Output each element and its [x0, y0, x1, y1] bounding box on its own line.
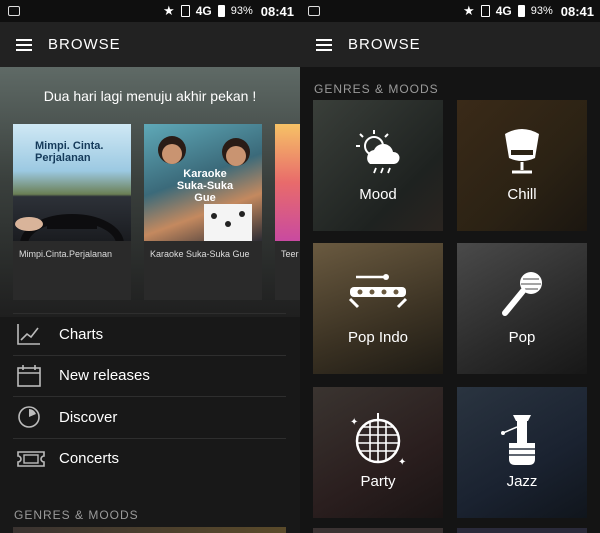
page-title: BROWSE [48, 36, 121, 53]
genre-tile-chill[interactable]: Chill [457, 100, 587, 231]
hamburger-menu-icon[interactable] [16, 38, 32, 51]
app-bar: BROWSE [300, 22, 600, 67]
menu-item-new-releases[interactable]: New releases [13, 354, 286, 397]
menu-item-label: Concerts [59, 450, 120, 468]
ticket-icon [17, 448, 45, 470]
menu-item-label: Charts [59, 325, 104, 343]
menu-item-label: New releases [59, 367, 150, 385]
star-icon: ★ [163, 3, 175, 18]
page-title: BROWSE [348, 36, 421, 53]
kulintang-icon [313, 269, 443, 319]
genre-tile-mood[interactable]: Mood [313, 100, 443, 231]
battery-icon [517, 5, 525, 17]
chart-line-icon [17, 323, 41, 346]
playlist-label: Karaoke Suka-Suka Gue [150, 249, 250, 259]
genre-tile-jazz[interactable]: Jazz [457, 387, 587, 518]
genre-tile-peek[interactable] [13, 527, 286, 533]
vibrate-icon [180, 5, 190, 17]
notification-icon [308, 6, 320, 16]
menu-item-label: Discover [59, 408, 118, 426]
section-title: GENRES & MOODS [314, 82, 439, 96]
svg-text:✦: ✦ [350, 417, 358, 428]
playlist-cover: Mimpi. Cinta. Perjalanan [13, 124, 131, 241]
app-bar: BROWSE [0, 22, 300, 67]
battery-percent: 93% [230, 5, 253, 17]
discover-icon [17, 406, 41, 429]
vibrate-icon [480, 5, 490, 17]
status-bar: ★ 4G 93% 08:41 [0, 0, 300, 22]
clock: 08:41 [260, 3, 294, 19]
battery-icon [217, 5, 225, 17]
steering-wheel-icon [15, 214, 124, 241]
genre-label: Mood [359, 186, 397, 203]
notification-icon [8, 6, 20, 16]
svg-text:✦: ✦ [398, 457, 406, 467]
genre-tile-pop-indo[interactable]: Pop Indo [313, 243, 443, 374]
menu-item-discover[interactable]: Discover [13, 396, 286, 438]
saxophone-icon [457, 413, 587, 465]
browse-menu: Charts New releases Discover Concerts [13, 313, 286, 479]
clock: 08:41 [560, 3, 594, 19]
disco-ball-icon: ✦ ✦ [313, 413, 443, 467]
genre-label: Chill [507, 186, 537, 203]
featured-caption: Dua hari lagi menuju akhir pekan ! [43, 88, 257, 104]
star-icon: ★ [463, 3, 475, 18]
playlist-label: Mimpi.Cinta.Perjalanan [19, 249, 113, 259]
microphone-icon [457, 269, 587, 319]
menu-item-concerts[interactable]: Concerts [13, 437, 286, 480]
genre-tile-party[interactable]: ✦ ✦ Party [313, 387, 443, 518]
calendar-icon [17, 364, 41, 387]
battery-percent: 93% [530, 5, 553, 17]
menu-item-charts[interactable]: Charts [13, 313, 286, 355]
playlist-card[interactable]: Karaoke Suka-Suka Gue Karaoke Suka-Suka … [144, 124, 262, 300]
network-type: 4G [495, 4, 512, 18]
featured-playlists: Mimpi. Cinta. Perjalanan Mimpi.Cinta.Per… [13, 124, 313, 300]
genre-tile-peek[interactable] [457, 528, 587, 533]
cover-title: Karaoke Suka-Suka Gue [176, 168, 234, 204]
section-title: GENRES & MOODS [14, 508, 139, 522]
hamburger-menu-icon[interactable] [316, 38, 332, 51]
genre-label: Pop Indo [347, 329, 409, 346]
weather-sun-cloud-icon [313, 126, 443, 176]
genre-label: Party [360, 473, 396, 490]
genre-tile-peek[interactable] [313, 528, 443, 533]
genre-label: Pop [508, 329, 536, 346]
genre-tile-pop[interactable]: Pop [457, 243, 587, 374]
playlist-card[interactable]: Mimpi. Cinta. Perjalanan Mimpi.Cinta.Per… [13, 124, 131, 300]
genre-label: Jazz [506, 473, 538, 490]
status-bar: ★ 4G 93% 08:41 [300, 0, 600, 22]
network-type: 4G [195, 4, 212, 18]
playlist-cover: Karaoke Suka-Suka Gue [144, 124, 262, 241]
egg-chair-icon [457, 126, 587, 176]
